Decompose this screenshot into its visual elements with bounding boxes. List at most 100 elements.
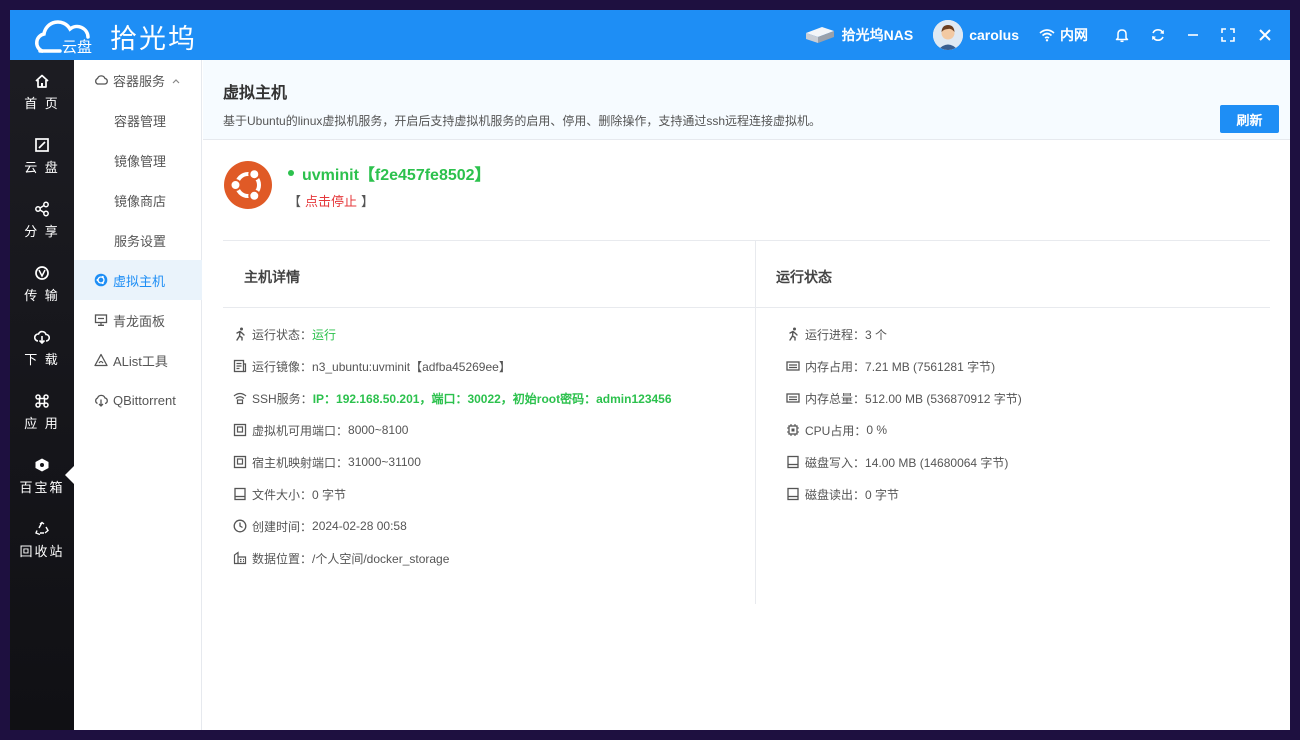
nav-apps[interactable]: 应 用: [10, 380, 74, 440]
port-icon: [233, 455, 247, 469]
transfer-icon: [35, 266, 49, 280]
detail-label: 文件大小：: [252, 487, 313, 502]
status-row-memory-used: 内存占用： 7.21 MB (7561281 字节): [786, 358, 995, 374]
cloud-icon: [95, 75, 108, 85]
toolbox-icon: [35, 458, 49, 472]
user-menu[interactable]: carolus: [933, 20, 1019, 50]
detail-label: 运行镜像：: [252, 359, 313, 374]
bracket-close: 】: [361, 194, 375, 209]
cloud-download-icon: [95, 394, 108, 407]
network-status[interactable]: 内网: [1039, 25, 1088, 45]
subnav-item-label: QBittorrent: [113, 392, 176, 408]
status-row-cpu: CPU占用： 0 %: [786, 422, 887, 438]
top-bar: 云盘 拾光坞 拾光坞NAS carolus 内网: [10, 10, 1290, 60]
detail-row-created: 创建时间： 2024-02-28 00:58: [233, 518, 407, 534]
subnav-container-management[interactable]: 容器管理: [74, 100, 202, 140]
nav-share[interactable]: 分 享: [10, 188, 74, 248]
app-logo[interactable]: 云盘 拾光坞: [32, 16, 197, 56]
folder-icon: [233, 551, 247, 565]
page-header: 虚拟主机 基于Ubuntu的linux虚拟机服务，开启后支持虚拟机服务的启用、停…: [203, 60, 1290, 140]
main-content: 虚拟主机 基于Ubuntu的linux虚拟机服务，开启后支持虚拟机服务的启用、停…: [203, 60, 1290, 730]
subnav-item-label: 虚拟主机: [113, 273, 166, 289]
memory-icon: [786, 393, 800, 403]
nav-download-label: 下 载: [24, 352, 60, 367]
detail-value: 8000~8100: [348, 423, 409, 437]
detail-label: SSH服务：: [252, 391, 313, 406]
drive-icon: [35, 138, 49, 152]
detail-row-host-ports: 宿主机映射端口： 31000~31100: [233, 454, 421, 470]
minimize-button[interactable]: [1186, 28, 1200, 42]
status-label: 磁盘写入：: [805, 455, 866, 470]
logo-text: 拾光坞: [110, 23, 197, 54]
status-row-memory-total: 内存总量： 512.00 MB (536870912 字节): [786, 390, 1022, 406]
username: carolus: [969, 27, 1019, 43]
refresh-icon: [1152, 29, 1164, 41]
network-label: 内网: [1060, 27, 1088, 43]
nas-label: 拾光坞NAS: [841, 27, 914, 43]
maximize-button[interactable]: [1220, 27, 1236, 43]
nav-share-label: 分 享: [24, 224, 60, 239]
disk-icon: [787, 487, 799, 501]
chevron-up-icon: [171, 73, 181, 88]
close-button[interactable]: [1258, 28, 1272, 42]
alist-icon: [94, 353, 108, 367]
ubuntu-icon: [94, 273, 108, 287]
status-title: 运行状态: [776, 269, 832, 285]
status-value: 14.00 MB (14680064 字节): [865, 455, 1009, 470]
ssh-connection-info[interactable]: IP：192.168.50.201，端口：30022，初始root密码：admi…: [313, 390, 672, 407]
status-value: 0 字节: [865, 487, 900, 502]
run-icon: [789, 327, 798, 341]
sync-button[interactable]: [1150, 27, 1166, 43]
notification-button[interactable]: [1114, 27, 1130, 43]
column-divider: [755, 240, 756, 604]
detail-label: 数据位置：: [252, 551, 313, 566]
divider: [223, 240, 1270, 241]
page-description: 基于Ubuntu的linux虚拟机服务，开启后支持虚拟机服务的启用、停用、删除操…: [223, 114, 822, 128]
detail-value: 31000~31100: [348, 455, 421, 469]
status-label: 内存占用：: [805, 359, 866, 374]
nav-recycle[interactable]: 回收站: [10, 508, 74, 568]
download-icon: [34, 330, 50, 345]
detail-label: 虚拟机可用端口：: [252, 423, 349, 438]
nav-transfer[interactable]: 传 输: [10, 252, 74, 312]
vm-name-text: uvminit【f2e457fe8502】: [302, 167, 491, 184]
active-indicator: [65, 466, 74, 484]
top-right-toolbar: 拾光坞NAS carolus 内网: [784, 10, 1272, 60]
nav-transfer-label: 传 输: [24, 288, 60, 303]
apps-icon: [35, 394, 49, 408]
detail-row-image: 运行镜像： n3_ubuntu:uvminit【adfba45269ee】: [233, 358, 511, 374]
subnav-item-label: 镜像商店: [114, 193, 167, 209]
image-icon: [233, 359, 247, 373]
nav-apps-label: 应 用: [24, 416, 60, 431]
detail-row-file-size: 文件大小： 0 字节: [233, 486, 346, 502]
nas-device[interactable]: 拾光坞NAS: [804, 25, 914, 45]
nav-toolbox[interactable]: 百宝箱: [10, 444, 74, 504]
secondary-sidebar: 容器服务 容器管理 镜像管理 镜像商店 服务设置 虚拟主机 青龙面板 AList…: [74, 60, 202, 730]
subnav-qinglong-panel[interactable]: 青龙面板: [74, 300, 202, 340]
subnav-item-label: 服务设置: [114, 233, 167, 249]
status-row-disk-read: 磁盘读出： 0 字节: [786, 486, 899, 502]
nav-download[interactable]: 下 载: [10, 316, 74, 376]
stop-vm-link[interactable]: 点击停止: [305, 194, 357, 209]
vm-name: uvminit【f2e457fe8502】: [288, 161, 491, 185]
status-value: 3 个: [865, 327, 888, 342]
status-label: 内存总量：: [805, 391, 866, 406]
detail-row-vm-ports: 虚拟机可用端口： 8000~8100: [233, 422, 408, 438]
subnav-image-management[interactable]: 镜像管理: [74, 140, 202, 180]
subnav-group-container-service[interactable]: 容器服务: [74, 60, 202, 100]
ubuntu-logo-icon: [223, 160, 273, 210]
refresh-button[interactable]: 刷新: [1220, 105, 1279, 133]
subnav-virtual-host[interactable]: 虚拟主机: [74, 260, 202, 300]
wifi-icon: [233, 392, 247, 405]
nav-home[interactable]: 首 页: [10, 60, 74, 120]
subnav-alist-tool[interactable]: AList工具: [74, 340, 202, 380]
nav-drive[interactable]: 云 盘: [10, 124, 74, 184]
monitor-icon: [94, 314, 108, 326]
logo-cloud-text: 云盘: [62, 39, 93, 56]
subnav-image-store[interactable]: 镜像商店: [74, 180, 202, 220]
divider: [223, 307, 1270, 308]
subnav-qbittorrent[interactable]: QBittorrent: [74, 380, 202, 420]
detail-label: 创建时间：: [252, 519, 313, 534]
subnav-item-label: 容器管理: [114, 113, 167, 129]
subnav-service-settings[interactable]: 服务设置: [74, 220, 202, 260]
